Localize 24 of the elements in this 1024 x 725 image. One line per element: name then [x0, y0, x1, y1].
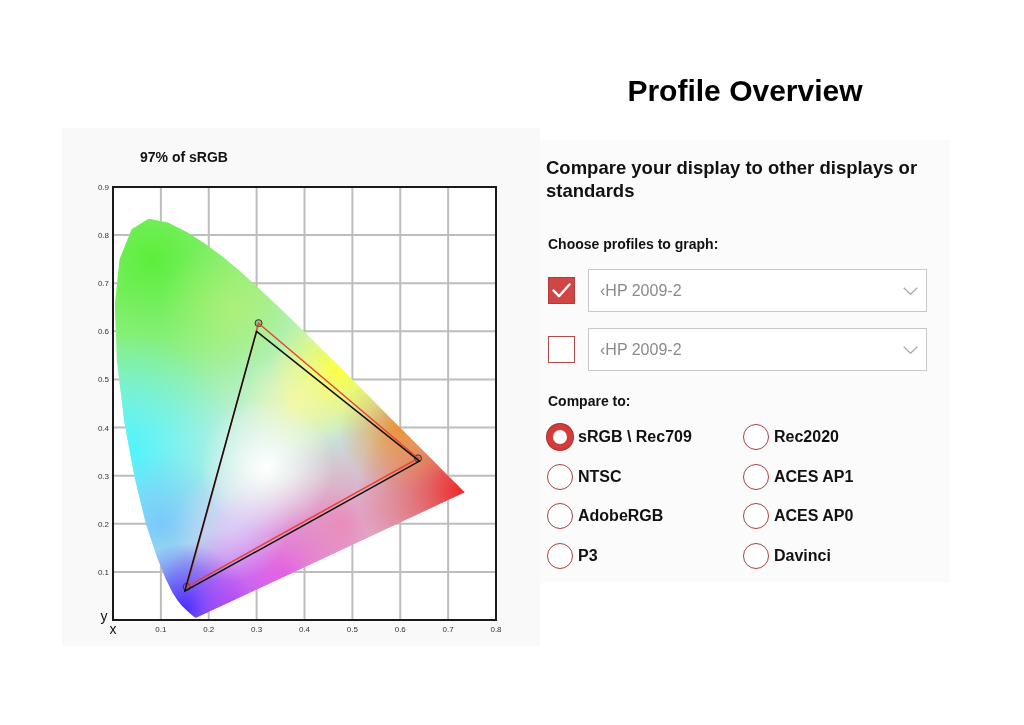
y-tick-label: 0.8 [97, 231, 109, 241]
y-tick-label: 0.5 [97, 375, 109, 385]
y-tick-label: 0.9 [97, 183, 109, 192]
y-tick-label: 0.3 [97, 471, 109, 481]
x-tick-label: 0.7 [442, 625, 454, 634]
x-tick-label: 0.5 [346, 625, 358, 634]
compare-label: Compare to: [548, 392, 631, 410]
y-tick-label: 0.1 [97, 567, 109, 577]
x-tick-label: 0.3 [251, 625, 263, 634]
x-tick-label: 0.1 [155, 625, 167, 634]
x-tick-label: 0.4 [298, 625, 311, 634]
x-axis-label: x [109, 621, 117, 637]
y-tick-label: 0.2 [97, 519, 109, 529]
chart-title: 97% of sRGB [140, 148, 228, 166]
y-axis-label: y [100, 608, 108, 624]
section-heading: Compare your display to other displays or standards [546, 156, 919, 202]
x-tick-label: 0.6 [394, 625, 406, 634]
y-tick-label: 0.7 [97, 279, 109, 289]
profiles-label: Choose profiles to graph: [548, 235, 719, 253]
y-tick-label: 0.6 [97, 327, 109, 337]
page-title: Profile Overview [627, 73, 863, 109]
x-tick-label: 0.8 [490, 625, 502, 634]
y-tick-label: 0.4 [97, 423, 109, 433]
x-tick-label: 0.2 [203, 625, 215, 634]
